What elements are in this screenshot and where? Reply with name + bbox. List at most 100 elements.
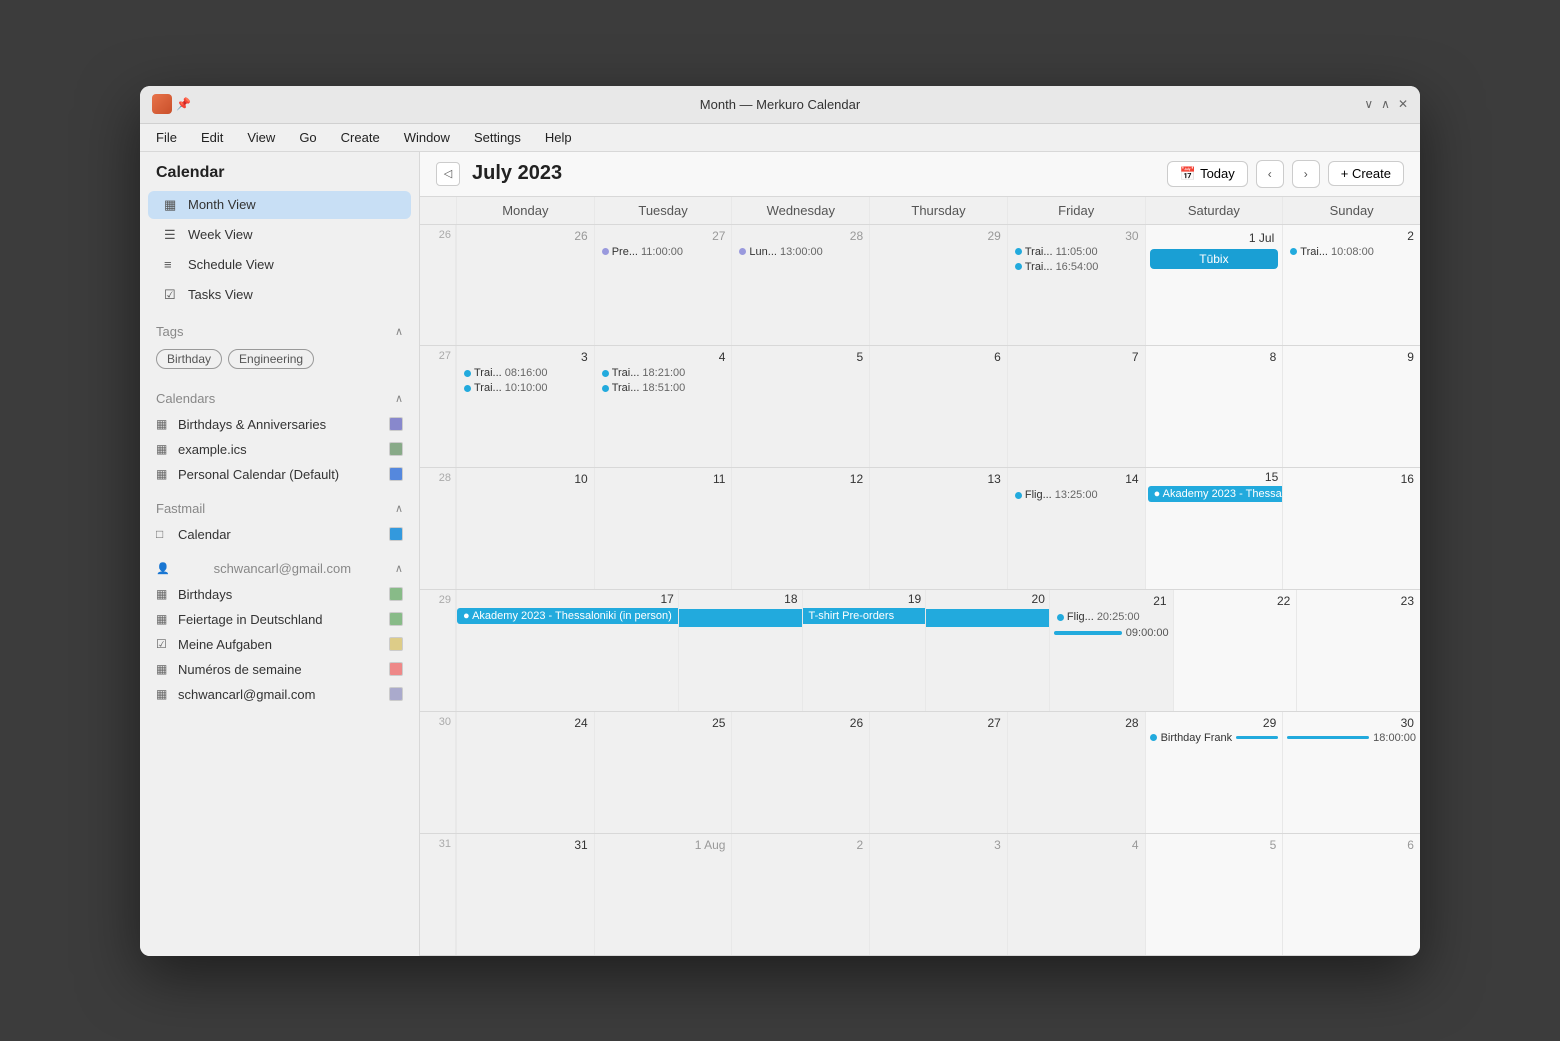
create-button[interactable]: + Create	[1328, 161, 1404, 186]
calendar-item-personal[interactable]: ▦ Personal Calendar (Default)	[140, 462, 419, 487]
day-cell-sun30[interactable]: 30 18:00:00	[1282, 712, 1420, 833]
event[interactable]: Trai... 18:21:00	[599, 366, 728, 380]
event[interactable]: Trai... 10:10:00	[461, 381, 590, 395]
day-cell-sun9[interactable]: 9	[1282, 346, 1420, 467]
day-cell-tue18[interactable]: 18	[678, 590, 802, 711]
day-cell-fri7[interactable]: 7	[1007, 346, 1145, 467]
day-cell-sun16[interactable]: 16	[1282, 468, 1420, 589]
day-cell-fri28[interactable]: 28	[1007, 712, 1145, 833]
collapse-sidebar-button[interactable]: ◁	[436, 162, 460, 186]
menu-go[interactable]: Go	[295, 128, 320, 147]
birthday-frank-event[interactable]: Birthday Frank	[1150, 732, 1279, 744]
day-cell-tue4[interactable]: 4 Trai... 18:21:00 Trai... 18:51:00	[594, 346, 732, 467]
day-cell-wed2aug[interactable]: 2	[731, 834, 869, 955]
calendar-color-2[interactable]	[389, 442, 403, 456]
menu-help[interactable]: Help	[541, 128, 576, 147]
day-cell-tue27[interactable]: 27 Pre... 11:00:00	[594, 225, 732, 346]
day-cell-sat22[interactable]: 22	[1173, 590, 1297, 711]
day-cell-wed5[interactable]: 5	[731, 346, 869, 467]
day-cell-sat1[interactable]: 1 Jul Tūbix	[1145, 225, 1283, 346]
day-cell-thu29[interactable]: 29	[869, 225, 1007, 346]
google-section-header[interactable]: 👤 schwancarl@gmail.com ∧	[140, 555, 419, 582]
day-cell-sat8[interactable]: 8	[1145, 346, 1283, 467]
day-cell-mon10[interactable]: 10	[456, 468, 594, 589]
day-cell-thu13[interactable]: 13	[869, 468, 1007, 589]
calendar-item-g2[interactable]: ☑ Meine Aufgaben	[140, 632, 419, 657]
event[interactable]: Lun... 13:00:00	[736, 245, 865, 259]
day-cell-mon24[interactable]: 24	[456, 712, 594, 833]
calendar-item-g0[interactable]: ▦ Birthdays	[140, 582, 419, 607]
flight-event-21[interactable]: Flig... 20:25:00	[1054, 610, 1169, 624]
tags-section-header[interactable]: Tags ∧	[140, 318, 419, 345]
day-cell-wed26[interactable]: 26	[731, 712, 869, 833]
calendar-color-1[interactable]	[389, 417, 403, 431]
today-button[interactable]: 📅 Today	[1167, 161, 1248, 187]
event[interactable]: Trai... 11:05:00	[1012, 245, 1141, 259]
prev-month-button[interactable]: ‹	[1256, 160, 1284, 188]
day-cell-sat15[interactable]: 15 ● Akademy 2023 - Thessaloniki (in per…	[1145, 468, 1283, 589]
day-cell-mon26[interactable]: 26	[456, 225, 594, 346]
day-cell-thu3aug[interactable]: 3	[869, 834, 1007, 955]
sidebar-item-schedule-view[interactable]: ≡ Schedule View	[148, 251, 411, 279]
day-cell-tue11[interactable]: 11	[594, 468, 732, 589]
day-cell-sun2[interactable]: 2 Trai... 10:08:00	[1282, 225, 1420, 346]
day-cell-wed28[interactable]: 28 Lun... 13:00:00	[731, 225, 869, 346]
calendar-item-birthdays-anniversaries[interactable]: ▦ Birthdays & Anniversaries	[140, 412, 419, 437]
menu-window[interactable]: Window	[400, 128, 454, 147]
close-icon[interactable]: ✕	[1398, 97, 1408, 111]
calendar-item-g3[interactable]: ▦ Numéros de semaine	[140, 657, 419, 682]
tag-birthday[interactable]: Birthday	[156, 349, 222, 369]
fastmail-section-header[interactable]: Fastmail ∧	[140, 495, 419, 522]
tubix-event[interactable]: Tūbix	[1150, 249, 1279, 269]
day-cell-sat29[interactable]: 29 Birthday Frank	[1145, 712, 1283, 833]
day-cell-sat5aug[interactable]: 5	[1145, 834, 1283, 955]
event[interactable]: Flig... 13:25:00	[1012, 488, 1141, 502]
day-cell-fri30[interactable]: 30 Trai... 11:05:00 Trai... 16:54:00	[1007, 225, 1145, 346]
event[interactable]: Trai... 10:08:00	[1287, 245, 1416, 259]
calendar-item-fastmail[interactable]: □ Calendar	[140, 522, 419, 547]
birthday-frank-cont[interactable]: 18:00:00	[1287, 732, 1416, 744]
calendar-item-g4[interactable]: ▦ schwancarl@gmail.com	[140, 682, 419, 707]
sidebar-item-month-view[interactable]: ▦ Month View	[148, 191, 411, 219]
tag-engineering[interactable]: Engineering	[228, 349, 314, 369]
calendar-item-g1[interactable]: ▦ Feiertage in Deutschland	[140, 607, 419, 632]
cal-color-g0[interactable]	[389, 587, 403, 601]
tshirt-event[interactable]: T-shirt Pre-orders	[803, 608, 926, 624]
day-cell-mon31[interactable]: 31	[456, 834, 594, 955]
cal-color-g1[interactable]	[389, 612, 403, 626]
sidebar-item-tasks-view[interactable]: ☑ Tasks View	[148, 281, 411, 309]
tshirt-end-event[interactable]: 09:00:00	[1054, 627, 1169, 639]
day-cell-fri4aug[interactable]: 4	[1007, 834, 1145, 955]
day-cell-wed19[interactable]: 19 T-shirt Pre-orders	[802, 590, 926, 711]
day-cell-mon17[interactable]: 17 ● Akademy 2023 - Thessaloniki (in per…	[456, 590, 678, 711]
cal-color-g4[interactable]	[389, 687, 403, 701]
next-month-button[interactable]: ›	[1292, 160, 1320, 188]
event[interactable]: Pre... 11:00:00	[599, 245, 728, 259]
day-cell-fri21[interactable]: 21 Flig... 20:25:00 09:00:00	[1049, 590, 1173, 711]
calendars-section-header[interactable]: Calendars ∧	[140, 385, 419, 412]
akademy-event-body-mon[interactable]: ● Akademy 2023 - Thessaloniki (in person…	[457, 608, 678, 624]
day-cell-sun23[interactable]: 23	[1296, 590, 1420, 711]
day-cell-mon3[interactable]: 3 Trai... 08:16:00 Trai... 10:10:00	[456, 346, 594, 467]
menu-view[interactable]: View	[243, 128, 279, 147]
event[interactable]: Trai... 08:16:00	[461, 366, 590, 380]
calendar-item-example[interactable]: ▦ example.ics	[140, 437, 419, 462]
day-cell-tue1aug[interactable]: 1 Aug	[594, 834, 732, 955]
menu-settings[interactable]: Settings	[470, 128, 525, 147]
maximize-icon[interactable]: ∧	[1381, 97, 1390, 111]
akademy-event-start[interactable]: ● Akademy 2023 - Thessaloniki (in pers	[1148, 486, 1283, 502]
day-cell-thu27[interactable]: 27	[869, 712, 1007, 833]
day-cell-sun6aug[interactable]: 6	[1282, 834, 1420, 955]
menu-edit[interactable]: Edit	[197, 128, 227, 147]
event[interactable]: Trai... 18:51:00	[599, 381, 728, 395]
day-cell-fri14[interactable]: 14 Flig... 13:25:00	[1007, 468, 1145, 589]
event[interactable]: Trai... 16:54:00	[1012, 260, 1141, 274]
day-cell-thu20[interactable]: 20	[925, 590, 1049, 711]
calendar-color-3[interactable]	[389, 467, 403, 481]
menu-create[interactable]: Create	[337, 128, 384, 147]
cal-color-g3[interactable]	[389, 662, 403, 676]
day-cell-tue25[interactable]: 25	[594, 712, 732, 833]
day-cell-wed12[interactable]: 12	[731, 468, 869, 589]
minimize-icon[interactable]: ∨	[1364, 97, 1373, 111]
cal-color-g2[interactable]	[389, 637, 403, 651]
